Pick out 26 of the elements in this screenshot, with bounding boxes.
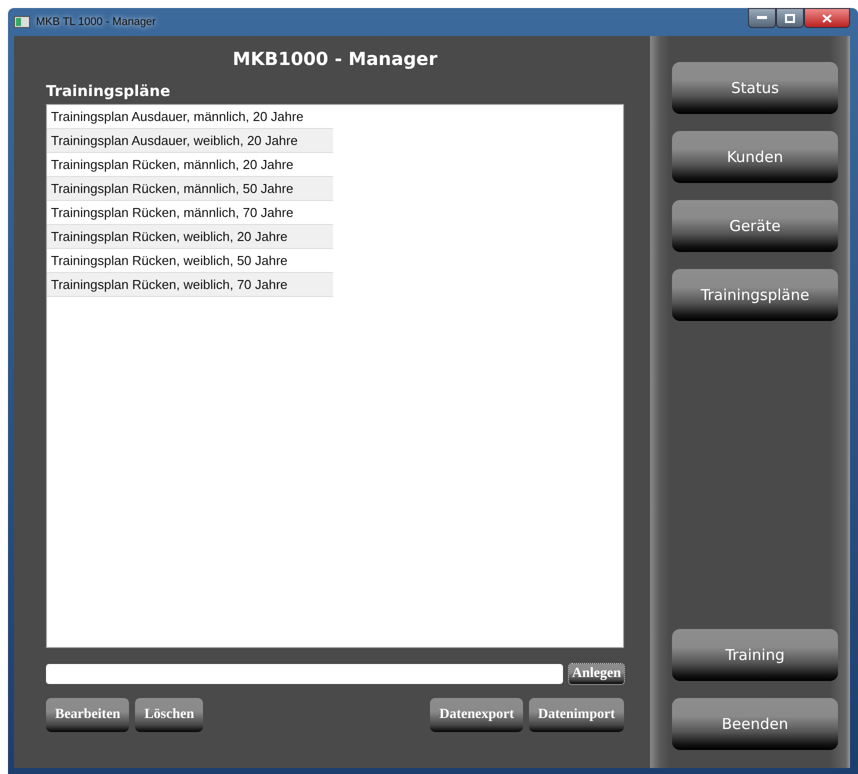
maximize-button[interactable] (776, 8, 804, 28)
plan-list-item[interactable]: Trainingsplan Rücken, männlich, 50 Jahre (47, 177, 333, 201)
app-icon (14, 16, 30, 28)
close-button[interactable] (804, 8, 850, 28)
nav-button[interactable]: Beenden (672, 698, 838, 750)
app-heading: MKB1000 - Manager (232, 48, 438, 72)
plan-list-item[interactable]: Trainingsplan Ausdauer, weiblich, 20 Jahre (47, 129, 333, 153)
name-input-field[interactable] (46, 664, 563, 684)
create-button[interactable]: Anlegen (569, 664, 624, 684)
nav-button[interactable]: Kunden (672, 131, 838, 183)
plan-list-item[interactable]: Trainingsplan Rücken, weiblich, 20 Jahre (47, 225, 333, 249)
action-button[interactable]: Datenimport (529, 698, 624, 732)
nav-button[interactable]: Training (672, 629, 838, 681)
plan-list-item[interactable]: Trainingsplan Rücken, weiblich, 70 Jahre (47, 273, 333, 297)
nav-button[interactable]: Trainingspläne (672, 269, 838, 321)
action-button[interactable]: Löschen (135, 698, 204, 732)
minimize-icon (757, 16, 767, 20)
maximize-icon (785, 14, 795, 22)
nav-button[interactable]: Geräte (672, 200, 838, 252)
close-icon (822, 14, 832, 22)
nav-button[interactable]: Status (672, 62, 838, 114)
action-button[interactable]: Bearbeiten (46, 698, 130, 732)
window-title: MKB TL 1000 - Manager (36, 16, 156, 28)
section-heading: Trainingspläne (46, 82, 172, 102)
action-button[interactable]: Datenexport (430, 698, 523, 732)
minimize-button[interactable] (748, 8, 776, 28)
